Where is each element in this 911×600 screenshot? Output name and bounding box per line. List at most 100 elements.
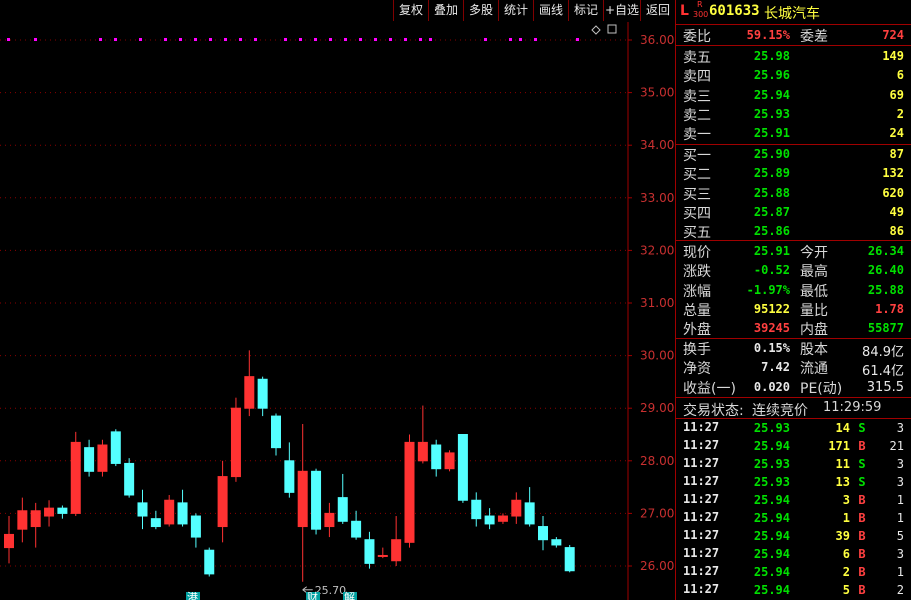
toolbar-button-4[interactable]: 画线 <box>533 0 568 21</box>
kline-svg[interactable]: 36.00 35.00 34.00 33.00 32.00 31.00 30.00 29.00… <box>0 22 675 600</box>
tick-count: 21 <box>889 439 904 453</box>
event-marker <box>419 38 422 41</box>
quote-label-2: 最高 <box>800 264 828 281</box>
quote-label: 涨跌 <box>683 264 711 281</box>
tick-count: 3 <box>896 547 904 561</box>
sell-level-label: 卖四 <box>683 69 711 86</box>
toolbar-button-2[interactable]: 多股 <box>463 0 498 21</box>
separator <box>676 144 911 145</box>
candle-body-up <box>230 407 241 478</box>
candle-body-down <box>204 549 215 575</box>
tick-count: 2 <box>896 583 904 597</box>
tick-volume: 6 <box>842 547 850 561</box>
tick-price: 25.93 <box>753 457 790 471</box>
price-tick-label: 31.00 <box>640 296 674 310</box>
candle-body-down <box>124 462 135 496</box>
event-marker <box>484 38 487 41</box>
buy-level-label: 买四 <box>683 205 711 222</box>
quote-label-2: 量比 <box>800 302 828 319</box>
bottom-tag-0[interactable]: 港 <box>187 591 198 600</box>
tick-count: 1 <box>896 565 904 579</box>
bottom-tag-2[interactable]: 解 <box>344 590 355 600</box>
candle-body-up <box>164 499 175 525</box>
separator <box>676 418 911 419</box>
quote-value-2: 25.88 <box>867 282 904 297</box>
price-tick-label: 26.00 <box>640 559 674 573</box>
weicha-label: 委差 <box>800 29 828 45</box>
sell-level-label: 卖三 <box>683 88 711 105</box>
candle-body-down <box>190 515 201 538</box>
quote-label-2: 内盘 <box>800 322 828 339</box>
square-icon[interactable] <box>607 24 617 34</box>
candle-body-up <box>70 441 81 514</box>
quote-value-2: 26.40 <box>867 263 904 278</box>
tick-count: 3 <box>896 421 904 435</box>
buy-price: 25.86 <box>753 224 790 239</box>
sell-volume: 149 <box>882 49 904 63</box>
quote-label: 涨幅 <box>683 283 711 300</box>
tick-volume: 171 <box>828 439 850 453</box>
sell-price: 25.93 <box>753 106 790 121</box>
header-prefix: L <box>680 3 689 19</box>
tick-price: 25.94 <box>753 529 790 543</box>
diamond-icon[interactable] <box>591 25 601 35</box>
quote-value-2: 26.34 <box>867 244 904 258</box>
price-tick-label: 35.00 <box>640 86 674 100</box>
event-marker <box>509 38 512 41</box>
tick-count: 3 <box>896 475 904 489</box>
tick-direction: B <box>858 583 866 597</box>
candle-body-down <box>150 518 161 528</box>
tick-time: 11:27 <box>683 582 720 596</box>
toolbar-button-5[interactable]: 标记 <box>568 0 603 21</box>
buy-volume: 86 <box>889 224 904 239</box>
candle-body-up <box>444 452 455 470</box>
toolbar-button-3[interactable]: 统计 <box>498 0 533 21</box>
tick-price: 25.94 <box>753 565 790 579</box>
tick-count: 1 <box>896 493 904 507</box>
tick-volume: 1 <box>842 511 850 525</box>
tick-count: 3 <box>896 457 904 471</box>
price-tick-label: 36.00 <box>640 33 674 47</box>
quote-panel: L R 300 601633 长城汽车 委比 59.15% 委差 724 卖五 25.98 149 卖四… <box>675 0 911 600</box>
event-marker <box>209 38 212 41</box>
candle-body-up <box>404 441 415 543</box>
price-tick-label: 32.00 <box>640 243 674 257</box>
tick-volume: 11 <box>835 457 850 471</box>
candle-body-up <box>97 444 108 472</box>
candle-body-up <box>30 510 41 528</box>
separator <box>676 338 911 339</box>
quote-value: 95122 <box>753 301 790 316</box>
candle-body-up <box>17 510 28 530</box>
tick-price: 25.94 <box>753 511 790 525</box>
tick-price: 25.94 <box>753 439 790 453</box>
kline-chart[interactable]: 36.00 35.00 34.00 33.00 32.00 31.00 30.00 29.00… <box>0 22 675 600</box>
price-tick-label: 29.00 <box>640 401 674 415</box>
fund-value-2: 61.4亿 <box>862 364 904 380</box>
toolbar-button-6[interactable]: +自选 <box>603 0 640 21</box>
toolbar-button-0[interactable]: 复权 <box>393 0 428 21</box>
toolbar-button-1[interactable]: 叠加 <box>428 0 463 21</box>
price-tick-label: 27.00 <box>640 506 674 520</box>
candle-body-down <box>177 502 188 525</box>
candle-body-down <box>538 526 548 541</box>
tick-volume: 14 <box>835 421 850 435</box>
event-marker <box>139 38 142 41</box>
trade-status-time: 11:29:59 <box>823 400 882 415</box>
candle-body-down <box>137 502 148 517</box>
candle-body-down <box>564 547 575 572</box>
separator <box>676 397 911 398</box>
bottom-tag-1[interactable]: 财 <box>307 590 318 600</box>
tick-time: 11:27 <box>683 456 720 470</box>
event-marker <box>576 38 579 41</box>
quote-label: 外盘 <box>683 322 711 339</box>
weicha-value: 724 <box>882 28 904 42</box>
toolbar-button-7[interactable]: 返回 <box>640 0 675 21</box>
sell-volume: 6 <box>896 68 904 83</box>
quote-label: 总量 <box>683 302 711 319</box>
event-marker <box>389 38 392 41</box>
weibi-label: 委比 <box>683 29 711 45</box>
fund-label: 换手 <box>683 342 711 358</box>
event-marker <box>239 38 242 41</box>
event-marker <box>329 38 332 41</box>
chart-toolbar: 复权 叠加 多股 统计 画线 标记 +自选 返回 <box>0 0 675 22</box>
